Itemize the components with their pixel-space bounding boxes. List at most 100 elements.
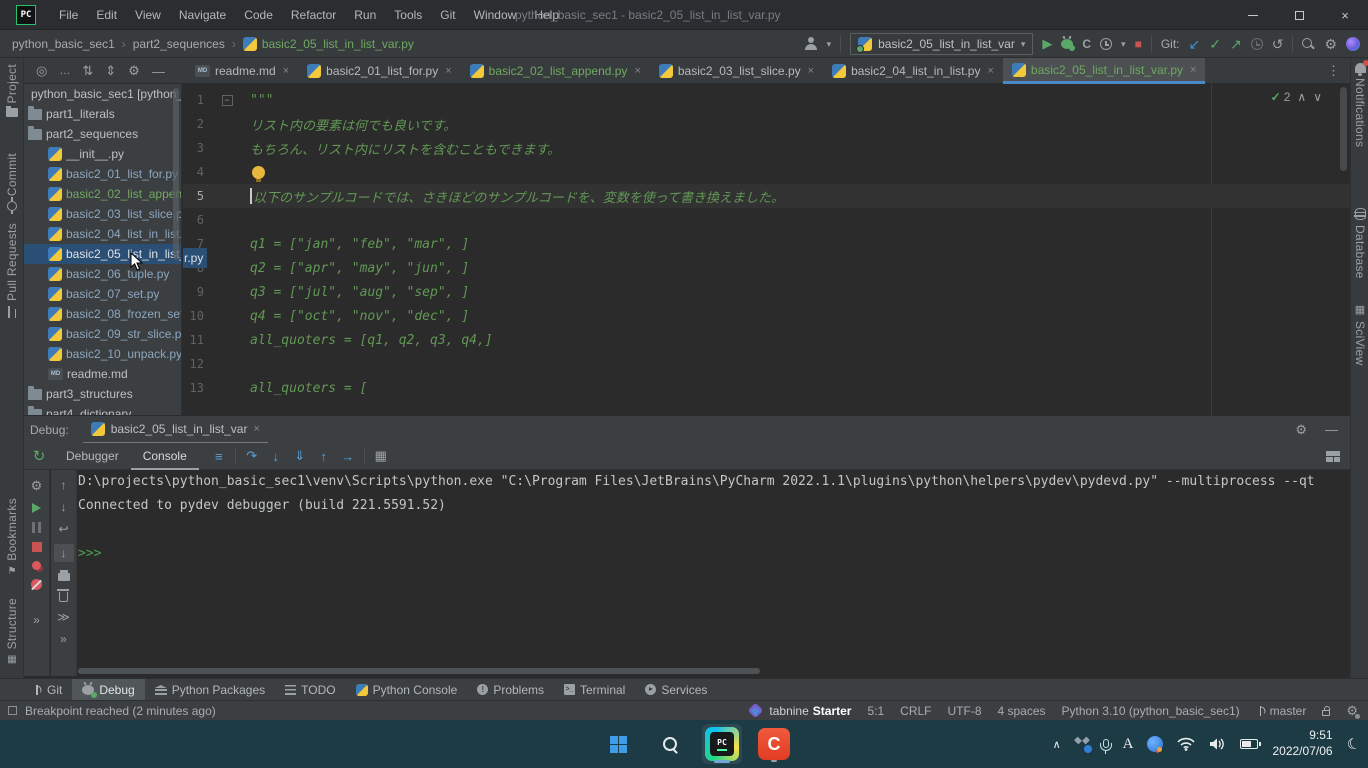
editor-line[interactable]: 4: [183, 160, 1350, 184]
tree-item-basic2-04[interactable]: basic2_04_list_in_list.py: [24, 224, 181, 244]
fold-icon[interactable]: −: [222, 95, 233, 106]
next-problem-icon[interactable]: ∨: [1313, 90, 1322, 104]
toolwindow-switcher-icon[interactable]: [8, 706, 17, 715]
tree-item-part4[interactable]: part4_dictionary: [24, 404, 181, 415]
toolwindow-notifications[interactable]: Notifications: [1351, 63, 1368, 147]
taskbar-pycharm-button[interactable]: PC: [702, 724, 742, 764]
console-prompt[interactable]: >>>: [78, 542, 1350, 566]
editor-line[interactable]: 7 q1 = ["jan", "feb", "mar", ]: [183, 232, 1350, 256]
toolwindow-project[interactable]: Project: [0, 64, 24, 117]
tab-list-more-icon[interactable]: ⋮: [1327, 58, 1340, 84]
pause-program-icon[interactable]: [32, 522, 41, 533]
taskbar-camtasia-button[interactable]: C: [754, 724, 794, 764]
prev-problem-icon[interactable]: ∧: [1297, 90, 1306, 104]
start-button[interactable]: [598, 724, 638, 764]
breadcrumb-project[interactable]: python_basic_sec1: [12, 37, 115, 51]
git-push-button[interactable]: ↗: [1230, 36, 1242, 53]
threads-view-icon[interactable]: ≡: [207, 449, 231, 464]
volume-icon[interactable]: [1209, 737, 1226, 751]
toolwindow-commit[interactable]: Commit: [0, 153, 24, 211]
menu-git[interactable]: Git: [431, 0, 464, 30]
force-step-into-icon[interactable]: ⇓: [288, 448, 312, 464]
editor-line[interactable]: 6: [183, 208, 1350, 232]
battery-icon[interactable]: [1240, 739, 1258, 749]
profiler-chevron-icon[interactable]: ▾: [1121, 39, 1126, 50]
tree-item-part2[interactable]: part2_sequences: [24, 124, 181, 144]
rerun-icon[interactable]: ↻: [24, 447, 54, 465]
view-breakpoints-icon[interactable]: [32, 561, 41, 570]
microphone-tray-icon[interactable]: [1103, 739, 1109, 748]
toolwindow-python-console[interactable]: Python Console: [346, 679, 468, 701]
tree-item-part3[interactable]: part3_structures: [24, 384, 181, 404]
breadcrumb-package[interactable]: part2_sequences: [133, 37, 225, 51]
file-encoding[interactable]: UTF-8: [948, 704, 982, 718]
menu-navigate[interactable]: Navigate: [170, 0, 235, 30]
wifi-icon[interactable]: [1177, 737, 1195, 751]
tab-readme[interactable]: MD readme.md ×: [186, 58, 298, 84]
tree-item-basic2-01[interactable]: basic2_01_list_for.py: [24, 164, 181, 184]
print-icon[interactable]: [58, 573, 70, 581]
git-update-button[interactable]: ↙: [1189, 36, 1201, 53]
toolwindow-bookmarks[interactable]: Bookmarks ⚑: [0, 498, 24, 577]
caret-position[interactable]: 5:1: [867, 704, 884, 718]
git-history-button[interactable]: [1251, 38, 1263, 50]
close-tab-icon[interactable]: ×: [808, 65, 814, 77]
hide-debug-panel-icon[interactable]: —: [1325, 422, 1338, 437]
restore-layout-icon[interactable]: [1326, 451, 1340, 462]
select-opened-file-icon[interactable]: ◎: [36, 63, 47, 79]
close-session-icon[interactable]: ×: [253, 423, 259, 435]
close-tab-icon[interactable]: ×: [445, 65, 451, 77]
editor-line[interactable]: 11 all_quoters = [q1, q2, q3, q4,]: [183, 328, 1350, 352]
breadcrumb-file[interactable]: basic2_05_list_in_list_var.py: [243, 37, 414, 51]
editor-line[interactable]: 2 リスト内の要素は何でも良いです。: [183, 112, 1350, 136]
statusbar-gear-icon[interactable]: ⚙: [1346, 703, 1358, 719]
step-into-icon[interactable]: ↓: [264, 449, 288, 464]
tray-chevron-up-icon[interactable]: ∧: [1053, 738, 1061, 751]
editor-current-line[interactable]: 5 以下のサンプルコードでは、さきほどのサンプルコードを、変数を使って書き換えま…: [183, 184, 1350, 208]
evaluate-expression-icon[interactable]: ▦: [369, 448, 393, 464]
menu-code[interactable]: Code: [235, 0, 282, 30]
editor-line[interactable]: 3 もちろん、リスト内にリストを含むこともできます。: [183, 136, 1350, 160]
stop-button[interactable]: ■: [1135, 37, 1142, 51]
toolwindow-pull-requests[interactable]: Pull Requests: [0, 223, 24, 318]
toolwindow-database[interactable]: Database: [1351, 208, 1368, 279]
expand-all-icon[interactable]: ⇅: [82, 63, 93, 79]
step-out-icon[interactable]: ↑: [312, 449, 336, 464]
toolwindow-problems[interactable]: ! Problems: [467, 679, 554, 701]
readonly-lock-icon[interactable]: [1322, 710, 1330, 716]
tree-item-basic2-10[interactable]: basic2_10_unpack.py: [24, 344, 181, 364]
toolwindow-sciview[interactable]: ▦ SciView: [1351, 303, 1368, 366]
panel-settings-gear-icon[interactable]: ⚙: [128, 63, 140, 79]
tab-debugger[interactable]: Debugger: [54, 443, 131, 470]
tab-basic2-05-active[interactable]: basic2_05_list_in_list_var.py ×: [1003, 58, 1206, 84]
menu-run[interactable]: Run: [345, 0, 385, 30]
tree-item-basic2-05-selected[interactable]: basic2_05_list_in_list_var.py: [24, 244, 181, 264]
wrench-icon[interactable]: ⚙: [31, 478, 43, 494]
up-stack-icon[interactable]: ↑: [61, 478, 67, 492]
settings-gear-icon[interactable]: ⚙: [1324, 36, 1337, 53]
git-branch-widget[interactable]: master: [1256, 704, 1307, 718]
close-tab-icon[interactable]: ×: [987, 65, 993, 77]
close-tab-icon[interactable]: ×: [283, 65, 289, 77]
toolwindow-debug[interactable]: Debug: [72, 679, 144, 701]
tabnine-icon[interactable]: [1346, 37, 1360, 51]
tab-console[interactable]: Console: [131, 443, 199, 470]
code-editor[interactable]: 1 − """ 2 リスト内の要素は何でも良いです。 3 もちろん、リスト内にリ…: [183, 84, 1350, 415]
console-horizontal-scrollbar[interactable]: [78, 668, 760, 674]
debug-settings-gear-icon[interactable]: ⚙: [1295, 422, 1307, 438]
ime-mode-indicator[interactable]: A: [1123, 736, 1134, 753]
tree-item-basic2-02[interactable]: basic2_02_list_append.py: [24, 184, 181, 204]
editor-line[interactable]: 13 all_quoters = [: [183, 376, 1350, 400]
tab-basic2-03[interactable]: basic2_03_list_slice.py ×: [650, 58, 823, 84]
soft-wrap-icon[interactable]: ↩: [58, 522, 68, 536]
hide-panel-icon[interactable]: —: [152, 64, 165, 79]
close-tab-icon[interactable]: ×: [1190, 64, 1196, 76]
editor-line[interactable]: 12: [183, 352, 1350, 376]
tree-item-basic2-08[interactable]: basic2_08_frozen_set.py: [24, 304, 181, 324]
menu-view[interactable]: View: [126, 0, 170, 30]
tree-item-basic2-09[interactable]: basic2_09_str_slice.py: [24, 324, 181, 344]
search-everywhere-icon[interactable]: [1302, 38, 1315, 51]
more-actions-icon[interactable]: »: [33, 613, 40, 627]
user-chevron-icon[interactable]: ▾: [827, 39, 832, 50]
git-rollback-button[interactable]: ↺: [1272, 36, 1284, 53]
